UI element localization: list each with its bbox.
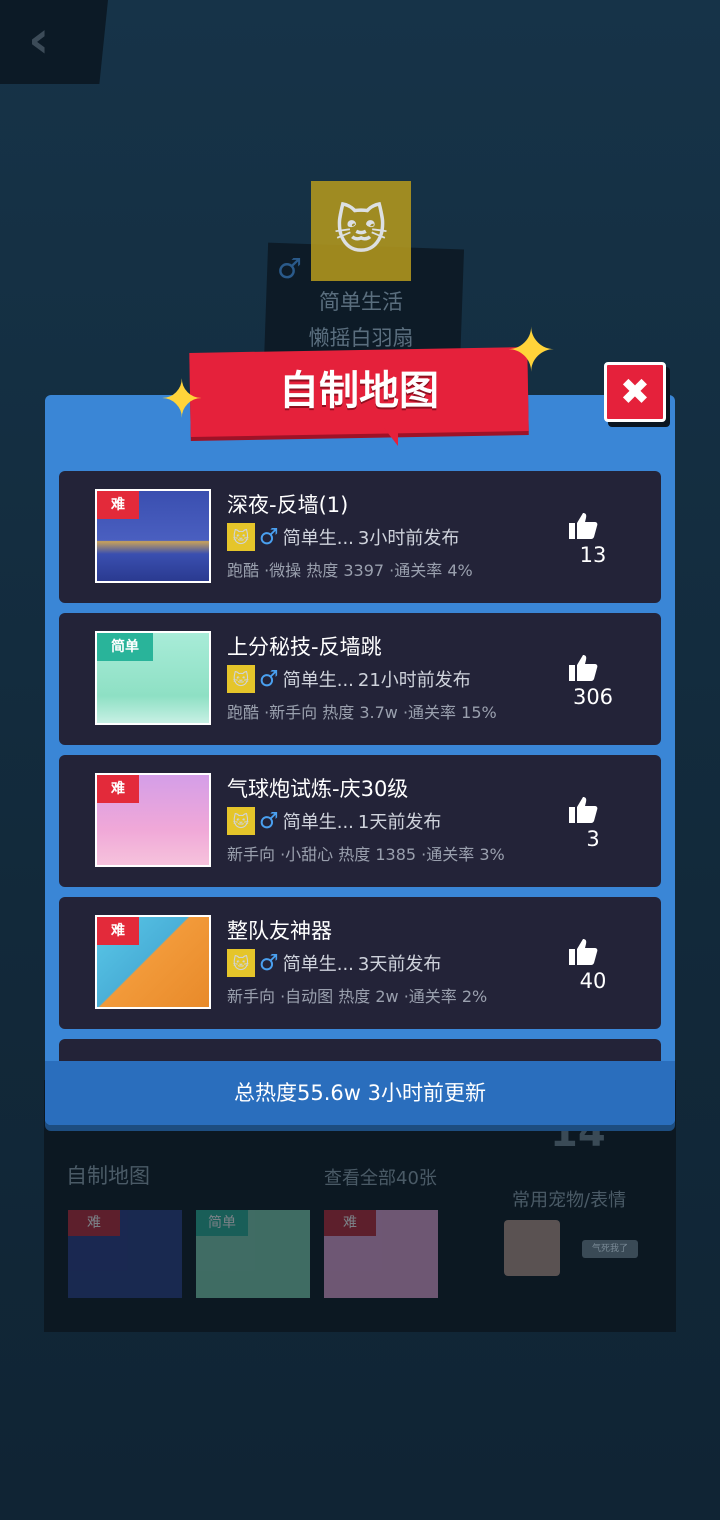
publish-time: 3天前发布	[357, 954, 442, 975]
male-icon: ♂	[277, 252, 303, 285]
back-button[interactable]: ‹	[0, 0, 108, 84]
author-avatar: 🐱	[227, 665, 255, 693]
map-stats: 新手向 ·自动图 热度 2w ·通关率 2%	[227, 987, 488, 1006]
list-item[interactable]: 难 气球炮试炼-庆30级 🐱 ♂ 简单生... 1天前发布 新手向 ·小甜心 热…	[59, 755, 661, 887]
like-count: 3	[586, 827, 600, 851]
author-name: 简单生...	[282, 528, 354, 549]
pet-section-title: 常用宠物/表情	[512, 1190, 627, 1211]
close-icon: ✖	[619, 371, 651, 413]
map-stats: 跑酷 ·新手向 热度 3.7w ·通关率 15%	[227, 703, 497, 722]
see-all-link[interactable]: 查看全部40张	[324, 1164, 437, 1190]
star-icon: ✦	[506, 316, 557, 386]
difficulty-tag: 简单	[196, 1210, 248, 1236]
author-name: 简单生...	[282, 954, 354, 975]
male-icon: ♂	[259, 808, 279, 834]
thumbs-up-icon	[569, 655, 598, 681]
difficulty-tag: 难	[97, 917, 139, 945]
author-line: 🐱 ♂ 简单生... 21小时前发布	[227, 665, 471, 693]
profile-signature: 懒摇白羽扇	[308, 326, 414, 350]
publish-time: 1天前发布	[357, 812, 442, 833]
map-thumbnail: 难	[95, 489, 211, 583]
difficulty-tag: 难	[97, 775, 139, 803]
author-line: 🐱 ♂ 简单生... 3小时前发布	[227, 523, 459, 551]
difficulty-tag: 简单	[97, 633, 153, 661]
like-count: 13	[579, 543, 607, 567]
like-count: 306	[572, 685, 614, 709]
map-title: 上分秘技-反墙跳	[227, 635, 382, 659]
thumbs-up-icon	[569, 513, 598, 539]
like-button[interactable]: 13	[567, 511, 619, 567]
author-avatar: 🐱	[227, 523, 255, 551]
map-stats: 跑酷 ·微操 热度 3397 ·通关率 4%	[227, 561, 473, 580]
author-line: 🐱 ♂ 简单生... 3天前发布	[227, 949, 441, 977]
thumbs-up-icon	[569, 939, 598, 965]
author-name: 简单生...	[282, 812, 354, 833]
list-item[interactable]: 难 整队友神器 🐱 ♂ 简单生... 3天前发布 新手向 ·自动图 热度 2w …	[59, 897, 661, 1029]
map-thumbnail[interactable]: 难	[324, 1210, 438, 1298]
list-item[interactable]: 简单 上分秘技-反墙跳 🐱 ♂ 简单生... 21小时前发布 跑酷 ·新手向 热…	[59, 613, 661, 745]
male-icon: ♂	[259, 950, 279, 976]
author-avatar: 🐱	[227, 807, 255, 835]
male-icon: ♂	[259, 524, 279, 550]
map-thumbnail[interactable]: 简单	[196, 1210, 310, 1298]
author-line: 🐱 ♂ 简单生... 1天前发布	[227, 807, 441, 835]
map-thumbnail: 简单	[95, 631, 211, 725]
map-thumbnail: 难	[95, 915, 211, 1009]
section-title: 自制地图	[66, 1164, 150, 1188]
map-title: 气球炮试炼-庆30级	[227, 777, 409, 801]
close-button[interactable]: ✖	[604, 362, 666, 422]
publish-time: 3小时前发布	[357, 528, 460, 549]
profile-avatar: 🐱	[311, 181, 411, 281]
list-item[interactable]: 难 深夜-反墙(1) 🐱 ♂ 简单生... 3小时前发布 跑酷 ·微操 热度 3…	[59, 471, 661, 603]
list-item[interactable]	[59, 1039, 661, 1061]
map-thumbnail[interactable]: 难	[68, 1210, 182, 1298]
chevron-left-icon: ‹	[28, 10, 50, 70]
custom-maps-modal: 难 深夜-反墙(1) 🐱 ♂ 简单生... 3小时前发布 跑酷 ·微操 热度 3…	[45, 395, 675, 1125]
like-button[interactable]: 40	[567, 937, 619, 993]
like-button[interactable]: 306	[567, 653, 619, 709]
like-button[interactable]: 3	[567, 795, 619, 851]
map-title: 整队友神器	[227, 919, 332, 943]
difficulty-tag: 难	[68, 1210, 120, 1236]
total-heat-footer: 总热度55.6w 3小时前更新	[45, 1061, 675, 1125]
map-title: 深夜-反墙(1)	[227, 493, 349, 517]
map-list[interactable]: 难 深夜-反墙(1) 🐱 ♂ 简单生... 3小时前发布 跑酷 ·微操 热度 3…	[59, 471, 661, 1061]
profile-name: 简单生活	[319, 290, 403, 314]
map-stats: 新手向 ·小甜心 热度 1385 ·通关率 3%	[227, 845, 505, 864]
star-icon: ✦	[160, 370, 204, 430]
male-icon: ♂	[259, 666, 279, 692]
modal-title: 自制地图	[279, 368, 439, 414]
thumbs-up-icon	[569, 797, 598, 823]
emote-chip[interactable]: 气死我了	[582, 1240, 638, 1258]
difficulty-tag: 难	[97, 491, 139, 519]
pet-image[interactable]	[504, 1220, 560, 1276]
publish-time: 21小时前发布	[357, 670, 471, 691]
author-avatar: 🐱	[227, 949, 255, 977]
author-name: 简单生...	[282, 670, 354, 691]
banner-tail	[384, 428, 398, 446]
map-thumbnail: 难	[95, 773, 211, 867]
like-count: 40	[579, 969, 607, 993]
difficulty-tag: 难	[324, 1210, 376, 1236]
